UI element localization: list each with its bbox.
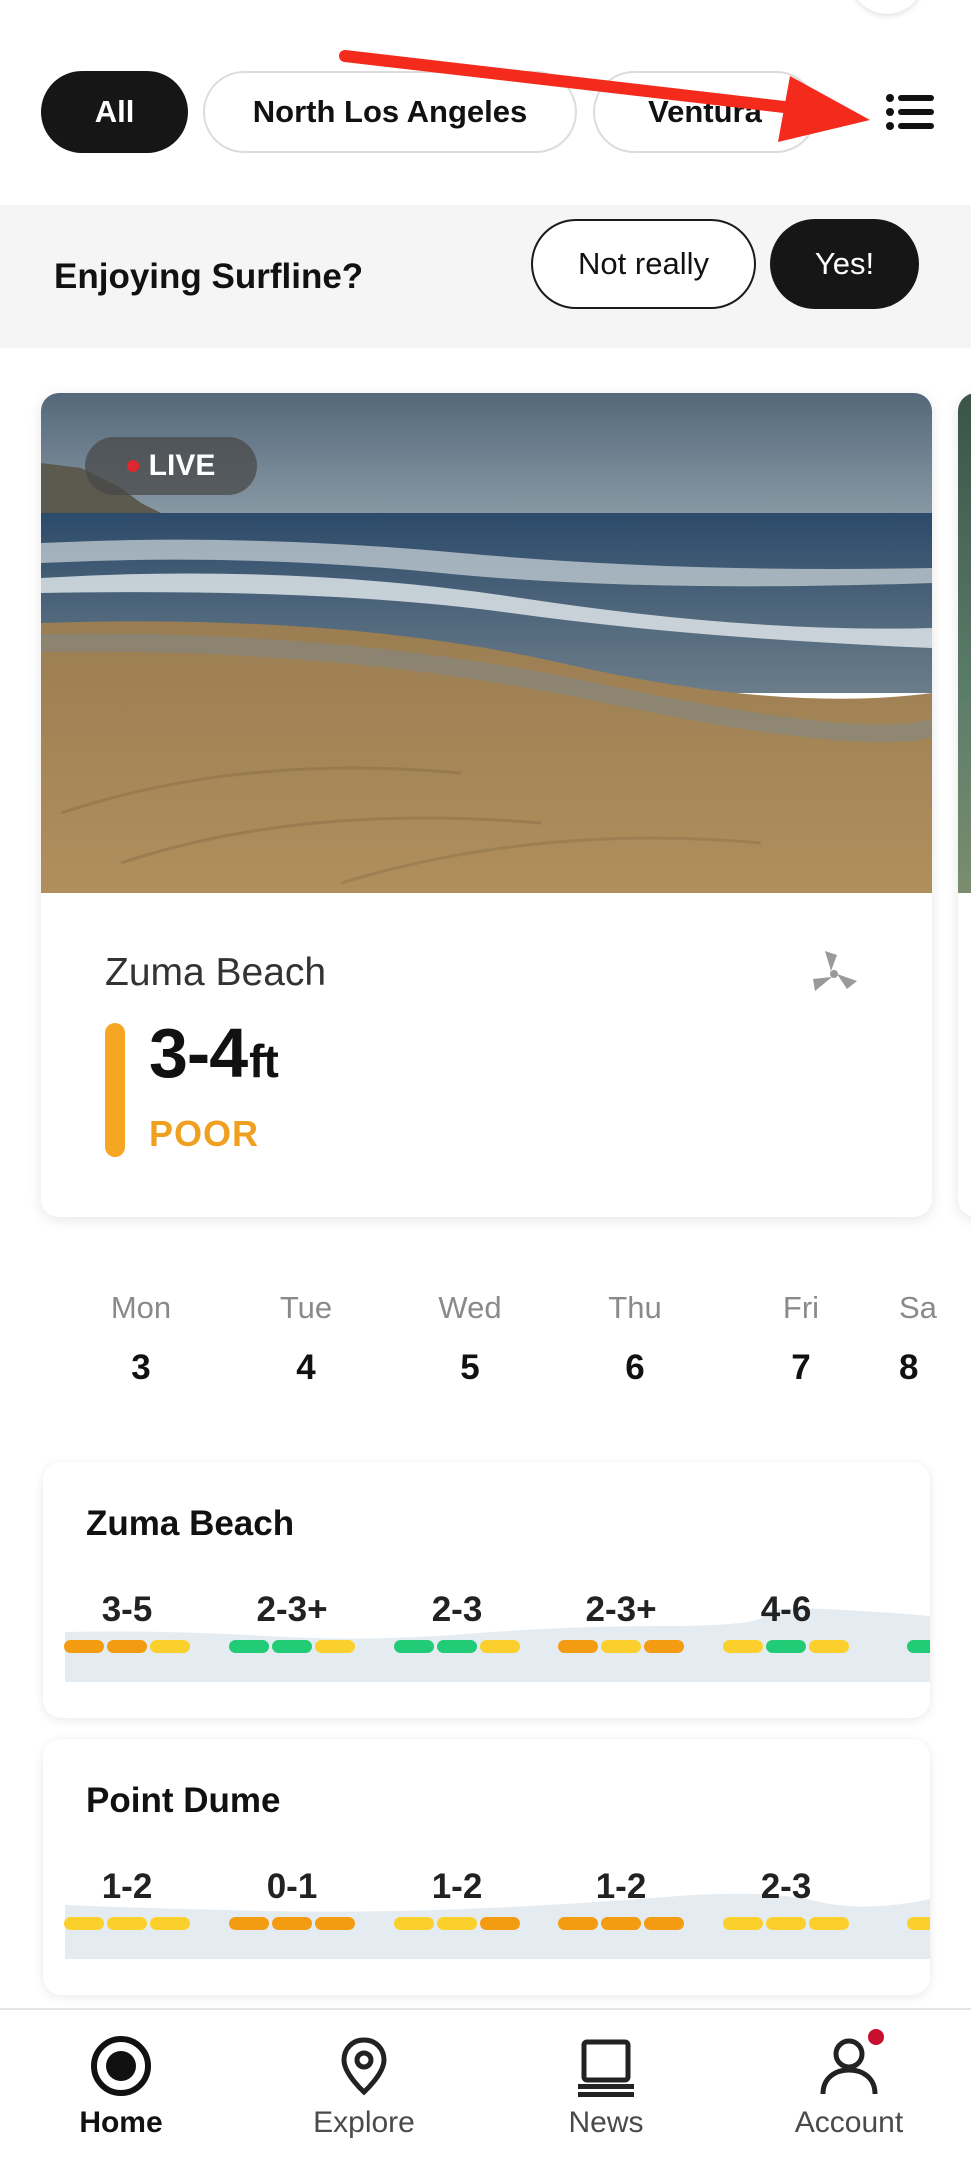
nav-account-label: Account [794,2106,904,2139]
wave-height-value: 3-4 [149,1014,248,1092]
day-number: 6 [625,1348,645,1387]
conditions-bar [557,1917,685,1930]
forecast-day: 1-2 [557,1867,685,1930]
forecast-day: 2-3 [393,1590,521,1653]
surf-range: 1-2 [595,1867,647,1906]
surf-range: 2-3 [431,1590,483,1629]
day-number: 8 [899,1348,919,1387]
forecast-day: 2-3+ [557,1590,685,1653]
forecast-day: 3-5 [63,1590,191,1653]
spot-card-zuma-beach[interactable]: LIVE Zuma Beach 3-4ft POOR [41,393,932,1217]
wave-height: 3-4ft [149,1013,279,1093]
region-filter-bar: All North Los Angeles Ventura [0,0,971,210]
forecast-day: 1-2 [63,1867,191,1930]
conditions-bar [393,1917,521,1930]
nav-account[interactable]: Account [728,2010,970,2157]
live-badge: LIVE [85,437,257,495]
forecast-card-zuma-beach[interactable]: Zuma Beach 3-5 2-3+ 2-3 2-3+ 4-6 [43,1462,930,1718]
day-mon[interactable]: Mon 3 [71,1290,211,1388]
conditions-bar [228,1640,356,1653]
surf-range: 0-1 [266,1867,318,1906]
day-number: 4 [296,1348,316,1387]
surf-range: 1-2 [431,1867,483,1906]
day-of-week: Mon [110,1290,172,1325]
day-sat[interactable]: Sa 8 [899,1290,971,1388]
nav-home-label: Home [79,2106,163,2139]
forecast-spot-name: Zuma Beach [86,1504,295,1543]
day-of-week: Thu [608,1290,662,1325]
nav-news-label: News [568,2106,644,2139]
forecast-day: 4-6 [722,1590,850,1653]
conditions-bar [907,1640,930,1653]
chip-all[interactable]: All [41,71,188,153]
forecast-card-point-dume[interactable]: Point Dume 1-2 0-1 1-2 1-2 2-3 [43,1739,930,1995]
chip-ventura[interactable]: Ventura [593,71,817,153]
day-of-week: Fri [782,1290,820,1325]
nav-explore-label: Explore [313,2106,415,2139]
feedback-banner: Enjoying Surfline? Not really Yes! [0,205,971,348]
conditions-bar [63,1917,191,1930]
conditions-bar [907,1917,930,1930]
home-icon [91,2036,151,2096]
surf-range [907,1867,930,1907]
next-spot-card-partial[interactable] [958,393,971,1217]
surf-range: 2-3+ [585,1590,657,1629]
nav-home[interactable]: Home [0,2010,242,2157]
surf-range [907,1590,930,1630]
surf-range: 1-2 [101,1867,153,1906]
map-pin-icon [341,2037,387,2096]
forecast-day-partial [907,1590,930,1653]
surf-range: 2-3+ [256,1590,328,1629]
day-of-week: Wed [438,1290,502,1325]
day-fri[interactable]: Fri 7 [731,1290,871,1388]
nav-explore[interactable]: Explore [243,2010,485,2157]
surf-range: 4-6 [760,1590,812,1629]
conditions-bar [722,1917,850,1930]
day-number: 7 [791,1348,811,1387]
day-number: 5 [460,1348,480,1387]
forecast-spot-name: Point Dume [86,1781,281,1820]
conditions-bar [393,1640,521,1653]
notification-dot [865,2026,887,2048]
day-of-week: Tue [279,1290,333,1325]
forecast-day: 2-3 [722,1867,850,1930]
day-tue[interactable]: Tue 4 [236,1290,376,1388]
conditions-bar [557,1640,685,1653]
wind-icon [813,951,857,991]
live-label: LIVE [148,449,216,482]
rating-bar [105,1023,125,1157]
conditions-bar [228,1917,356,1930]
conditions-bar [63,1640,191,1653]
day-of-week: Sa [899,1290,937,1325]
surf-range: 2-3 [760,1867,812,1906]
day-number: 3 [131,1348,151,1387]
list-view-button[interactable] [870,82,950,142]
feedback-question: Enjoying Surfline? [54,256,364,296]
live-dot-icon [126,460,139,472]
chip-north-los-angeles[interactable]: North Los Angeles [203,71,577,153]
yes-button[interactable]: Yes! [770,219,919,309]
list-icon [886,94,934,130]
conditions-bar [722,1640,850,1653]
news-icon [578,2039,634,2097]
forecast-day: 0-1 [228,1867,356,1930]
surf-range: 3-5 [101,1590,153,1629]
spot-name: Zuma Beach [105,951,327,994]
forecast-days-strip: Mon 3 Tue 4 Wed 5 Thu 6 Fri 7 Sa 8 [0,1290,971,1400]
surf-rating: POOR [149,1113,260,1154]
account-icon [817,2026,887,2098]
forecast-day: 1-2 [393,1867,521,1930]
day-wed[interactable]: Wed 5 [400,1290,540,1388]
bottom-nav: Home Explore News Account [0,2008,971,2157]
wave-height-unit: ft [249,1035,279,1087]
forecast-day-partial [907,1867,930,1930]
forecast-day: 2-3+ [228,1590,356,1653]
not-really-button[interactable]: Not really [531,219,756,309]
day-thu[interactable]: Thu 6 [565,1290,705,1388]
nav-news[interactable]: News [485,2010,727,2157]
